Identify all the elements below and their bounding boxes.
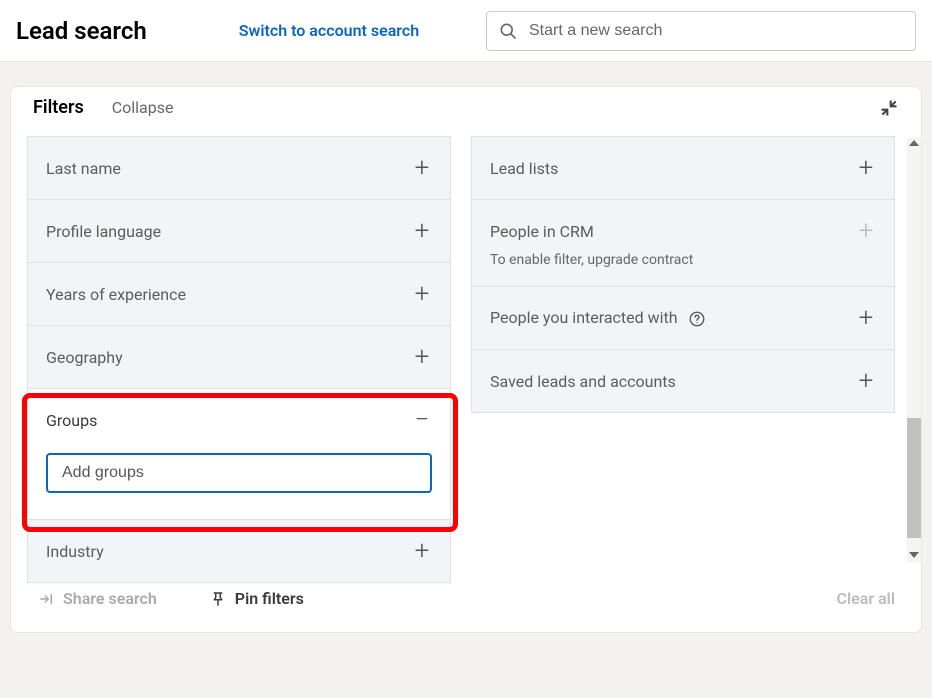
filter-industry-label: Industry (46, 542, 104, 561)
filter-people-crm-subtext: To enable filter, upgrade contract (490, 252, 876, 268)
scroll-thumb[interactable] (907, 418, 921, 538)
minus-icon[interactable]: − (412, 407, 432, 433)
filter-lead-lists[interactable]: Lead lists + (471, 136, 895, 200)
collapse-panel-icon[interactable] (879, 98, 899, 118)
filter-lead-lists-label: Lead lists (490, 159, 558, 178)
add-groups-input[interactable] (46, 453, 432, 493)
plus-icon: + (856, 218, 876, 244)
pin-filters-button[interactable]: Pin filters (209, 589, 304, 608)
pin-filters-label: Pin filters (235, 589, 304, 608)
filter-years-experience-label: Years of experience (46, 285, 186, 304)
plus-icon[interactable]: + (412, 344, 432, 370)
filter-people-crm: People in CRM + To enable filter, upgrad… (471, 199, 895, 287)
filter-people-interacted-label: People you interacted with (490, 308, 706, 328)
filter-people-crm-label: People in CRM (490, 222, 594, 241)
filter-saved-leads[interactable]: Saved leads and accounts + (471, 349, 895, 413)
plus-icon[interactable]: + (856, 305, 876, 331)
filter-industry[interactable]: Industry + (27, 519, 451, 583)
search-icon (498, 21, 518, 41)
plus-icon[interactable]: + (856, 368, 876, 394)
plus-icon[interactable]: + (412, 538, 432, 564)
filter-groups-label: Groups (46, 411, 97, 430)
collapse-link[interactable]: Collapse (112, 98, 174, 117)
page-title: Lead search (16, 17, 147, 45)
filters-header: Filters Collapse (11, 87, 921, 136)
left-filter-column: Last name + Profile language + Years of … (11, 136, 461, 564)
filter-groups[interactable]: Groups − (27, 388, 451, 520)
plus-icon[interactable]: + (412, 155, 432, 181)
filter-last-name[interactable]: Last name + (27, 136, 451, 200)
plus-icon[interactable]: + (412, 218, 432, 244)
clear-all-button[interactable]: Clear all (837, 589, 895, 608)
filters-body: Last name + Profile language + Years of … (11, 136, 921, 564)
filter-profile-language[interactable]: Profile language + (27, 199, 451, 263)
filter-saved-leads-label: Saved leads and accounts (490, 372, 676, 391)
filters-panel: Filters Collapse Last name + Profile lan… (10, 86, 922, 633)
plus-icon[interactable]: + (412, 281, 432, 307)
top-bar: Lead search Switch to account search (0, 0, 932, 62)
plus-icon[interactable]: + (856, 155, 876, 181)
filter-years-experience[interactable]: Years of experience + (27, 262, 451, 326)
share-search-button[interactable]: Share search (37, 589, 157, 608)
filters-title: Filters (33, 97, 84, 118)
filter-profile-language-label: Profile language (46, 222, 161, 241)
filter-geography-label: Geography (46, 348, 123, 367)
pin-icon (209, 590, 227, 608)
scroll-up-icon[interactable] (909, 140, 919, 146)
filter-geography[interactable]: Geography + (27, 325, 451, 389)
filter-people-interacted[interactable]: People you interacted with + (471, 286, 895, 350)
scroll-down-icon[interactable] (909, 552, 919, 558)
question-icon[interactable] (688, 310, 706, 328)
scrollbar[interactable] (907, 138, 921, 562)
filter-last-name-label: Last name (46, 159, 121, 178)
switch-to-account-search-link[interactable]: Switch to account search (239, 21, 419, 40)
share-icon (37, 590, 55, 608)
search-wrapper (486, 11, 916, 51)
share-search-label: Share search (63, 589, 157, 608)
search-input[interactable] (486, 11, 916, 51)
right-filter-column: Lead lists + People in CRM + To enable f… (461, 136, 921, 564)
